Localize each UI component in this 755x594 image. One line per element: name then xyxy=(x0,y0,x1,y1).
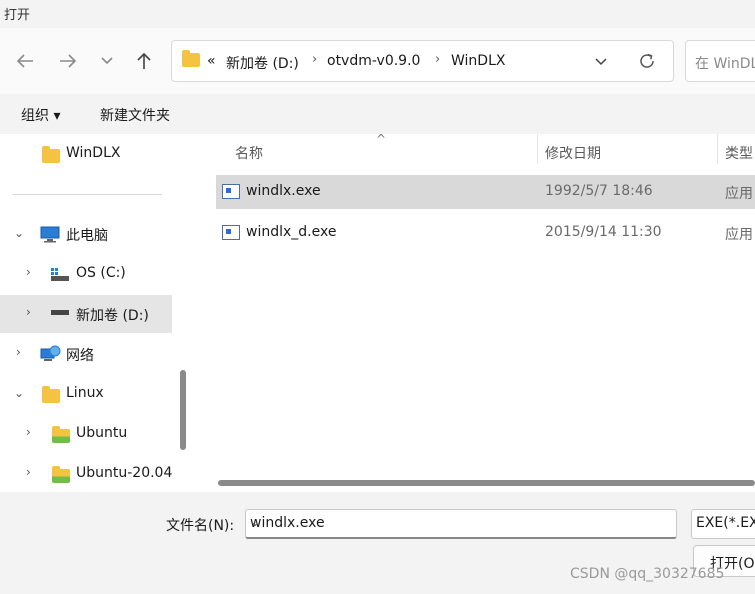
file-list-scrollbar[interactable] xyxy=(218,480,755,486)
address-bar[interactable]: « 新加卷 (D:) › otvdm-v0.9.0 › WinDLX xyxy=(171,40,674,82)
search-input[interactable]: 在 WinDLX xyxy=(685,40,755,82)
expand-chevron-icon[interactable]: › xyxy=(16,345,21,359)
column-divider[interactable] xyxy=(717,134,718,164)
search-placeholder: 在 WinDLX xyxy=(695,56,755,72)
breadcrumb-windlx[interactable]: WinDLX xyxy=(451,53,505,69)
title-bar: 打开 xyxy=(0,0,755,28)
filename-input[interactable]: windlx.exe ⌄ xyxy=(245,509,677,539)
forward-button[interactable] xyxy=(53,46,83,76)
column-divider[interactable] xyxy=(537,134,538,164)
network-icon xyxy=(40,345,61,361)
expand-chevron-icon[interactable]: › xyxy=(26,305,31,319)
file-modified: 1992/5/7 18:46 xyxy=(545,183,653,199)
file-row[interactable]: windlx_d.exe 2015/9/14 11:30 应用 xyxy=(216,216,755,250)
drive-icon xyxy=(51,268,69,281)
filename-label: 文件名(N): xyxy=(166,518,235,534)
file-name: windlx_d.exe xyxy=(246,224,337,240)
file-type: 应用 xyxy=(725,186,753,202)
watermark: CSDN @qq_30327685 xyxy=(570,566,725,582)
file-modified: 2015/9/14 11:30 xyxy=(545,224,662,240)
file-list: ^ 名称 修改日期 类型 windlx.exe 1992/5/7 18:46 应… xyxy=(193,132,755,492)
sidebar-item-ubuntu[interactable]: › Ubuntu xyxy=(0,415,172,453)
exe-file-icon xyxy=(222,225,240,240)
sidebar-item-label: OS (C:) xyxy=(76,265,126,281)
organize-menu-button[interactable]: 组织 ▾ xyxy=(21,105,60,125)
breadcrumb-separator: › xyxy=(435,52,441,67)
chevron-down-icon xyxy=(101,57,113,65)
expand-chevron-icon[interactable]: › xyxy=(26,265,31,279)
address-dropdown-button[interactable] xyxy=(594,55,608,71)
sidebar-item-drive-d[interactable]: › 新加卷 (D:) xyxy=(0,295,172,333)
sidebar-item-linux[interactable]: ⌄ Linux xyxy=(0,375,172,413)
sidebar-item-label: 网络 xyxy=(66,348,94,364)
sidebar-item-label: Ubuntu-20.04 xyxy=(76,465,173,481)
drive-icon xyxy=(51,310,69,315)
folder-icon xyxy=(52,426,70,443)
computer-icon xyxy=(40,226,60,243)
expand-chevron-icon[interactable]: › xyxy=(26,465,31,479)
folder-icon xyxy=(182,50,200,67)
sidebar-divider xyxy=(12,194,162,195)
sidebar-item-label: 新加卷 (D:) xyxy=(76,308,149,324)
column-header-name[interactable]: 名称 xyxy=(235,143,263,163)
refresh-icon xyxy=(640,53,654,68)
expand-chevron-icon[interactable]: › xyxy=(26,425,31,439)
command-toolbar: 组织 ▾ 新建文件夹 xyxy=(0,94,755,134)
exe-file-icon xyxy=(222,184,240,199)
up-button[interactable] xyxy=(129,46,159,76)
folder-icon xyxy=(42,386,60,403)
sidebar-item-ubuntu-2004[interactable]: › Ubuntu-20.04 xyxy=(0,455,193,492)
chevron-down-icon[interactable]: ⌄ xyxy=(250,515,670,529)
window-title: 打开 xyxy=(4,8,31,23)
arrow-left-icon xyxy=(16,54,33,68)
column-header-modified[interactable]: 修改日期 xyxy=(545,143,601,163)
chevron-down-icon xyxy=(595,58,607,66)
sidebar-item-os-c[interactable]: › OS (C:) xyxy=(0,255,172,293)
sidebar-item-this-pc[interactable]: ⌄ 此电脑 xyxy=(0,215,172,253)
back-button[interactable] xyxy=(10,46,40,76)
sidebar-scrollbar[interactable] xyxy=(180,370,186,450)
file-row[interactable]: windlx.exe 1992/5/7 18:46 应用 xyxy=(216,175,755,209)
file-name: windlx.exe xyxy=(246,183,321,199)
folder-icon xyxy=(52,466,70,483)
column-header-type[interactable]: 类型 xyxy=(725,143,753,163)
new-folder-button[interactable]: 新建文件夹 xyxy=(100,105,170,125)
sidebar-item-label: Ubuntu xyxy=(76,425,128,441)
collapse-chevron-icon[interactable]: ⌄ xyxy=(14,386,24,400)
file-type: 应用 xyxy=(725,227,753,243)
sort-indicator-icon: ^ xyxy=(376,132,387,146)
navigation-pane: WinDLX ⌄ 此电脑 › OS (C:) › 新加卷 (D:) › 网络 ⌄… xyxy=(0,134,193,492)
sidebar-item-network[interactable]: › 网络 xyxy=(0,335,172,373)
filter-value: EXE(*.EX xyxy=(696,515,755,531)
recent-locations-button[interactable] xyxy=(92,46,122,76)
sidebar-item-label: WinDLX xyxy=(66,145,121,161)
refresh-button[interactable] xyxy=(638,52,656,74)
breadcrumb-separator: › xyxy=(312,52,318,67)
collapse-chevron-icon[interactable]: ⌄ xyxy=(14,226,24,240)
breadcrumb-otvdm[interactable]: otvdm-v0.9.0 xyxy=(327,53,420,69)
sidebar-item-label: Linux xyxy=(66,385,104,401)
sidebar-item-windlx[interactable]: WinDLX xyxy=(0,135,172,173)
folder-icon xyxy=(42,146,60,163)
arrow-up-icon xyxy=(137,52,151,69)
arrow-right-icon xyxy=(60,54,77,68)
address-overflow[interactable]: « xyxy=(207,53,216,69)
breadcrumb-drive[interactable]: 新加卷 (D:) xyxy=(226,53,299,73)
sidebar-item-label: 此电脑 xyxy=(66,228,108,244)
file-type-filter-select[interactable]: EXE(*.EX xyxy=(691,509,755,539)
